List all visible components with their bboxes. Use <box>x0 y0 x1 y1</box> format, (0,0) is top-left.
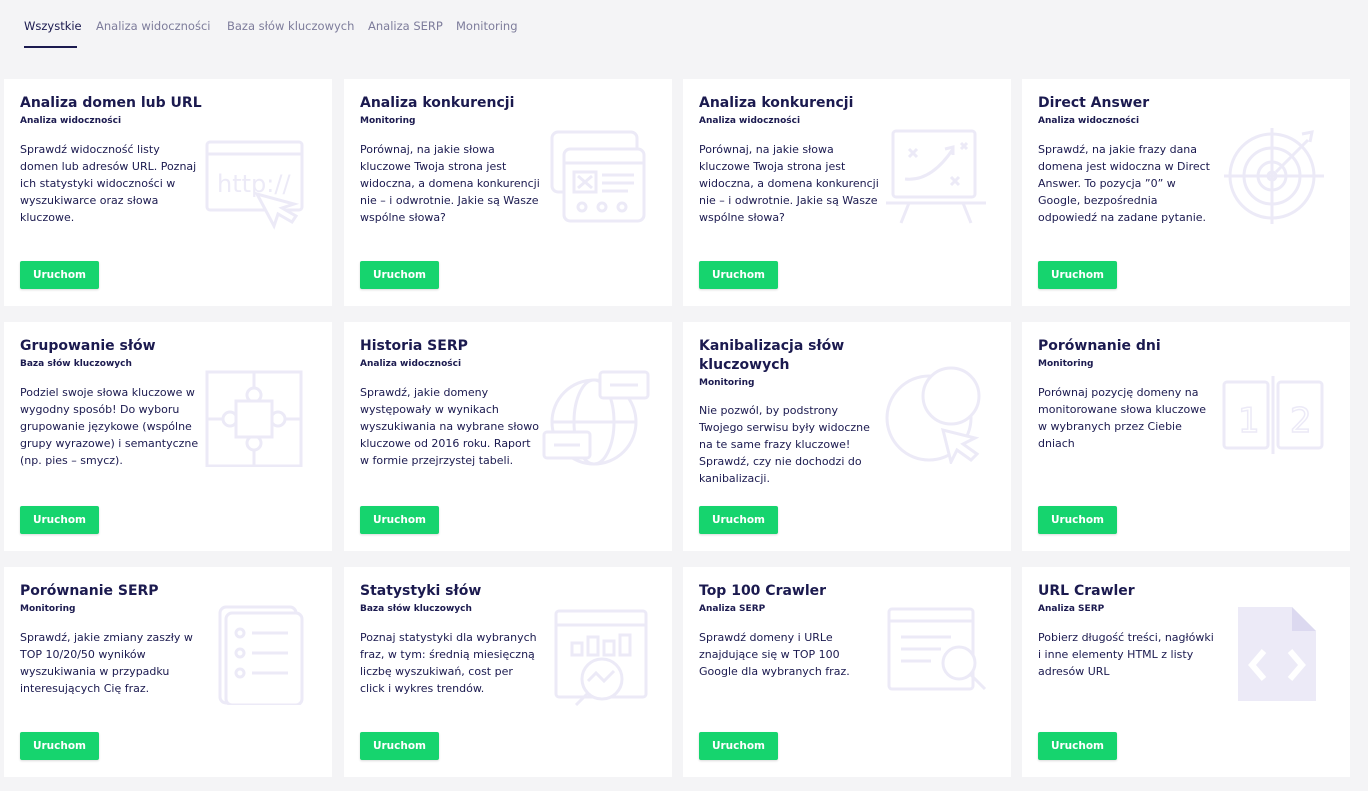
crawler-search-icon <box>881 607 991 707</box>
card-title: Direct Answer <box>1038 95 1150 111</box>
card-title: URL Crawler <box>1038 583 1135 599</box>
card-category: Monitoring <box>699 378 755 388</box>
target-icon <box>1220 124 1330 224</box>
run-button[interactable]: Uruchom <box>1038 261 1117 289</box>
svg-text:1: 1 <box>1238 401 1260 441</box>
card-description: Porównaj pozycję domeny na monitorowane … <box>1038 386 1207 450</box>
card-category: Monitoring <box>20 604 76 614</box>
card-description: Poznaj statystyki dla wybranych fraz, w … <box>360 631 537 695</box>
tool-card: URL Crawler Analiza SERP Pobierz długość… <box>1022 567 1350 777</box>
card-title: Analiza konkurencji <box>360 95 515 111</box>
tab-all[interactable]: Wszystkie <box>24 19 82 33</box>
card-title: Historia SERP <box>360 338 468 354</box>
card-title: Kanibalizacja słów kluczowych <box>699 338 845 373</box>
run-button[interactable]: Uruchom <box>1038 506 1117 534</box>
card-category: Analiza widoczności <box>20 116 122 126</box>
puzzle-icon <box>202 367 312 468</box>
run-button[interactable]: Uruchom <box>360 261 439 289</box>
tool-card: Analiza konkurencji Monitoring Porównaj,… <box>344 79 672 306</box>
code-file-icon <box>1220 605 1330 705</box>
active-tab-indicator <box>24 46 77 48</box>
run-button[interactable]: Uruchom <box>360 732 439 760</box>
card-category: Analiza widoczności <box>1038 116 1140 126</box>
card-description: Nie pozwól, by podstrony Twojego serwisu… <box>699 404 870 485</box>
card-description: Sprawdź domeny i URLe znajdujące się w T… <box>699 631 850 678</box>
run-button[interactable]: Uruchom <box>699 261 778 289</box>
tool-card: Analiza konkurencji Analiza widoczności … <box>683 79 1011 306</box>
card-title: Analiza domen lub URL <box>20 95 202 111</box>
tab-monitoring[interactable]: Monitoring <box>456 19 518 33</box>
card-category: Analiza widoczności <box>360 359 462 369</box>
tool-card: Analiza domen lub URL Analiza widocznośc… <box>4 79 332 306</box>
tool-card: Grupowanie słów Baza słów kluczowych Pod… <box>4 322 332 551</box>
run-button[interactable]: Uruchom <box>1038 732 1117 760</box>
run-button[interactable]: Uruchom <box>699 732 778 760</box>
card-description: Sprawdź, na jakie frazy dana domena jest… <box>1038 143 1210 224</box>
card-category: Analiza SERP <box>699 604 766 614</box>
card-category: Analiza SERP <box>1038 604 1105 614</box>
card-title: Analiza konkurencji <box>699 95 854 111</box>
tool-card: Porównanie dni Monitoring Porównaj pozyc… <box>1022 322 1350 551</box>
strategy-board-icon <box>881 127 991 227</box>
card-description: Sprawdź, jakie domeny występowały w wyni… <box>360 386 539 467</box>
card-category: Analiza widoczności <box>699 116 801 126</box>
checklist-icon <box>202 605 312 707</box>
card-title: Porównanie SERP <box>20 583 159 599</box>
card-description: Sprawdź, jakie zmiany zaszły w TOP 10/20… <box>20 631 193 695</box>
tab-serp-analysis[interactable]: Analiza SERP <box>368 19 443 33</box>
run-button[interactable]: Uruchom <box>20 732 99 760</box>
run-button[interactable]: Uruchom <box>20 261 99 289</box>
card-title: Top 100 Crawler <box>699 583 827 599</box>
card-category: Monitoring <box>1038 359 1094 369</box>
card-description: Porównaj, na jakie słowa kluczowe Twoja … <box>699 143 879 224</box>
circle-cursor-icon <box>881 364 991 467</box>
globe-chat-icon <box>542 370 652 470</box>
card-category: Baza słów kluczowych <box>20 359 132 369</box>
tool-card: Kanibalizacja słów kluczowych Monitoring… <box>683 322 1011 551</box>
browser-windows-icon <box>542 127 652 227</box>
svg-text:2: 2 <box>1290 401 1312 441</box>
run-button[interactable]: Uruchom <box>699 506 778 534</box>
card-title: Grupowanie słów <box>20 338 156 354</box>
svg-text:http://: http:// <box>217 170 291 198</box>
compare-days-icon: 1 2 <box>1220 374 1330 474</box>
tab-visibility-analysis[interactable]: Analiza widoczności <box>96 19 210 33</box>
card-category: Monitoring <box>360 116 416 126</box>
card-description: Podziel swoje słowa kluczowe w wygodny s… <box>20 386 199 467</box>
tool-card: Statystyki słów Baza słów kluczowych Poz… <box>344 567 672 777</box>
card-title: Statystyki słów <box>360 583 482 599</box>
stats-magnifier-icon <box>542 609 652 709</box>
card-category: Baza słów kluczowych <box>360 604 472 614</box>
card-description: Porównaj, na jakie słowa kluczowe Twoja … <box>360 143 540 224</box>
run-button[interactable]: Uruchom <box>20 506 99 534</box>
tool-card: Direct Answer Analiza widoczności Sprawd… <box>1022 79 1350 306</box>
card-description: Sprawdź widoczność listy domen lub adres… <box>20 143 197 224</box>
card-title: Porównanie dni <box>1038 338 1161 354</box>
tab-keyword-database[interactable]: Baza słów kluczowych <box>227 19 354 33</box>
tool-card: Top 100 Crawler Analiza SERP Sprawdź dom… <box>683 567 1011 777</box>
tool-card: Porównanie SERP Monitoring Sprawdź, jaki… <box>4 567 332 777</box>
http-browser-icon: http:// <box>202 134 312 234</box>
card-description: Pobierz długość treści, nagłówki i inne … <box>1038 631 1214 678</box>
tool-card: Historia SERP Analiza widoczności Sprawd… <box>344 322 672 551</box>
tab-bar: Wszystkie Analiza widoczności Baza słów … <box>0 0 1368 70</box>
run-button[interactable]: Uruchom <box>360 506 439 534</box>
